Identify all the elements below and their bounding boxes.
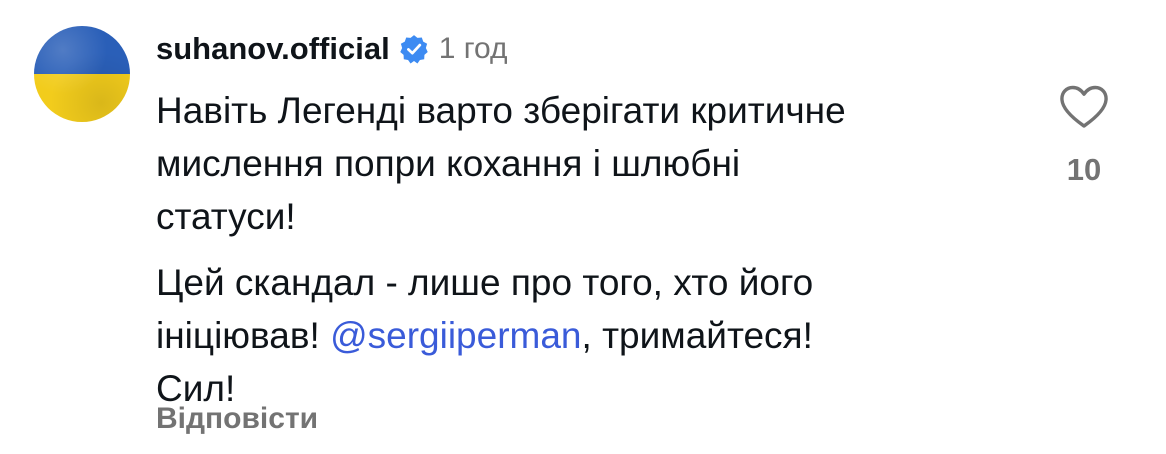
comment-line: ініціював! <box>156 315 331 356</box>
like-count: 10 <box>1066 152 1102 187</box>
comment-line: мислення попри кохання і шлюбні <box>156 143 741 184</box>
reply-button[interactable]: Відповісти <box>156 402 318 436</box>
comment-line: Навіть Легенді варто зберігати критичне <box>156 90 846 131</box>
comment-paragraph-1: Навіть Легенді варто зберігати критичне … <box>156 84 1036 243</box>
mention-link[interactable]: @sergiiperman <box>330 315 581 356</box>
comment-line: Цей скандал - лише про того, хто його <box>156 262 814 303</box>
heart-outline-icon[interactable] <box>1059 84 1109 130</box>
verified-badge-icon <box>399 35 428 64</box>
comment-line: статуси! <box>156 196 296 237</box>
username-link[interactable]: suhanov.official <box>156 31 390 67</box>
comment-text: Навіть Легенді варто зберігати критичне … <box>156 84 1036 415</box>
comment-header: suhanov.official 1 год <box>156 26 508 72</box>
comment-line: , тримайтеся! <box>581 315 813 356</box>
timestamp: 1 год <box>438 32 508 65</box>
avatar[interactable] <box>34 26 130 122</box>
comment-paragraph-2: Цей скандал - лише про того, хто його ін… <box>156 256 1036 415</box>
like-area: 10 <box>1052 84 1116 188</box>
comment: suhanov.official 1 год Навіть Легенді ва… <box>0 0 1166 454</box>
avatar-texture <box>34 26 130 122</box>
